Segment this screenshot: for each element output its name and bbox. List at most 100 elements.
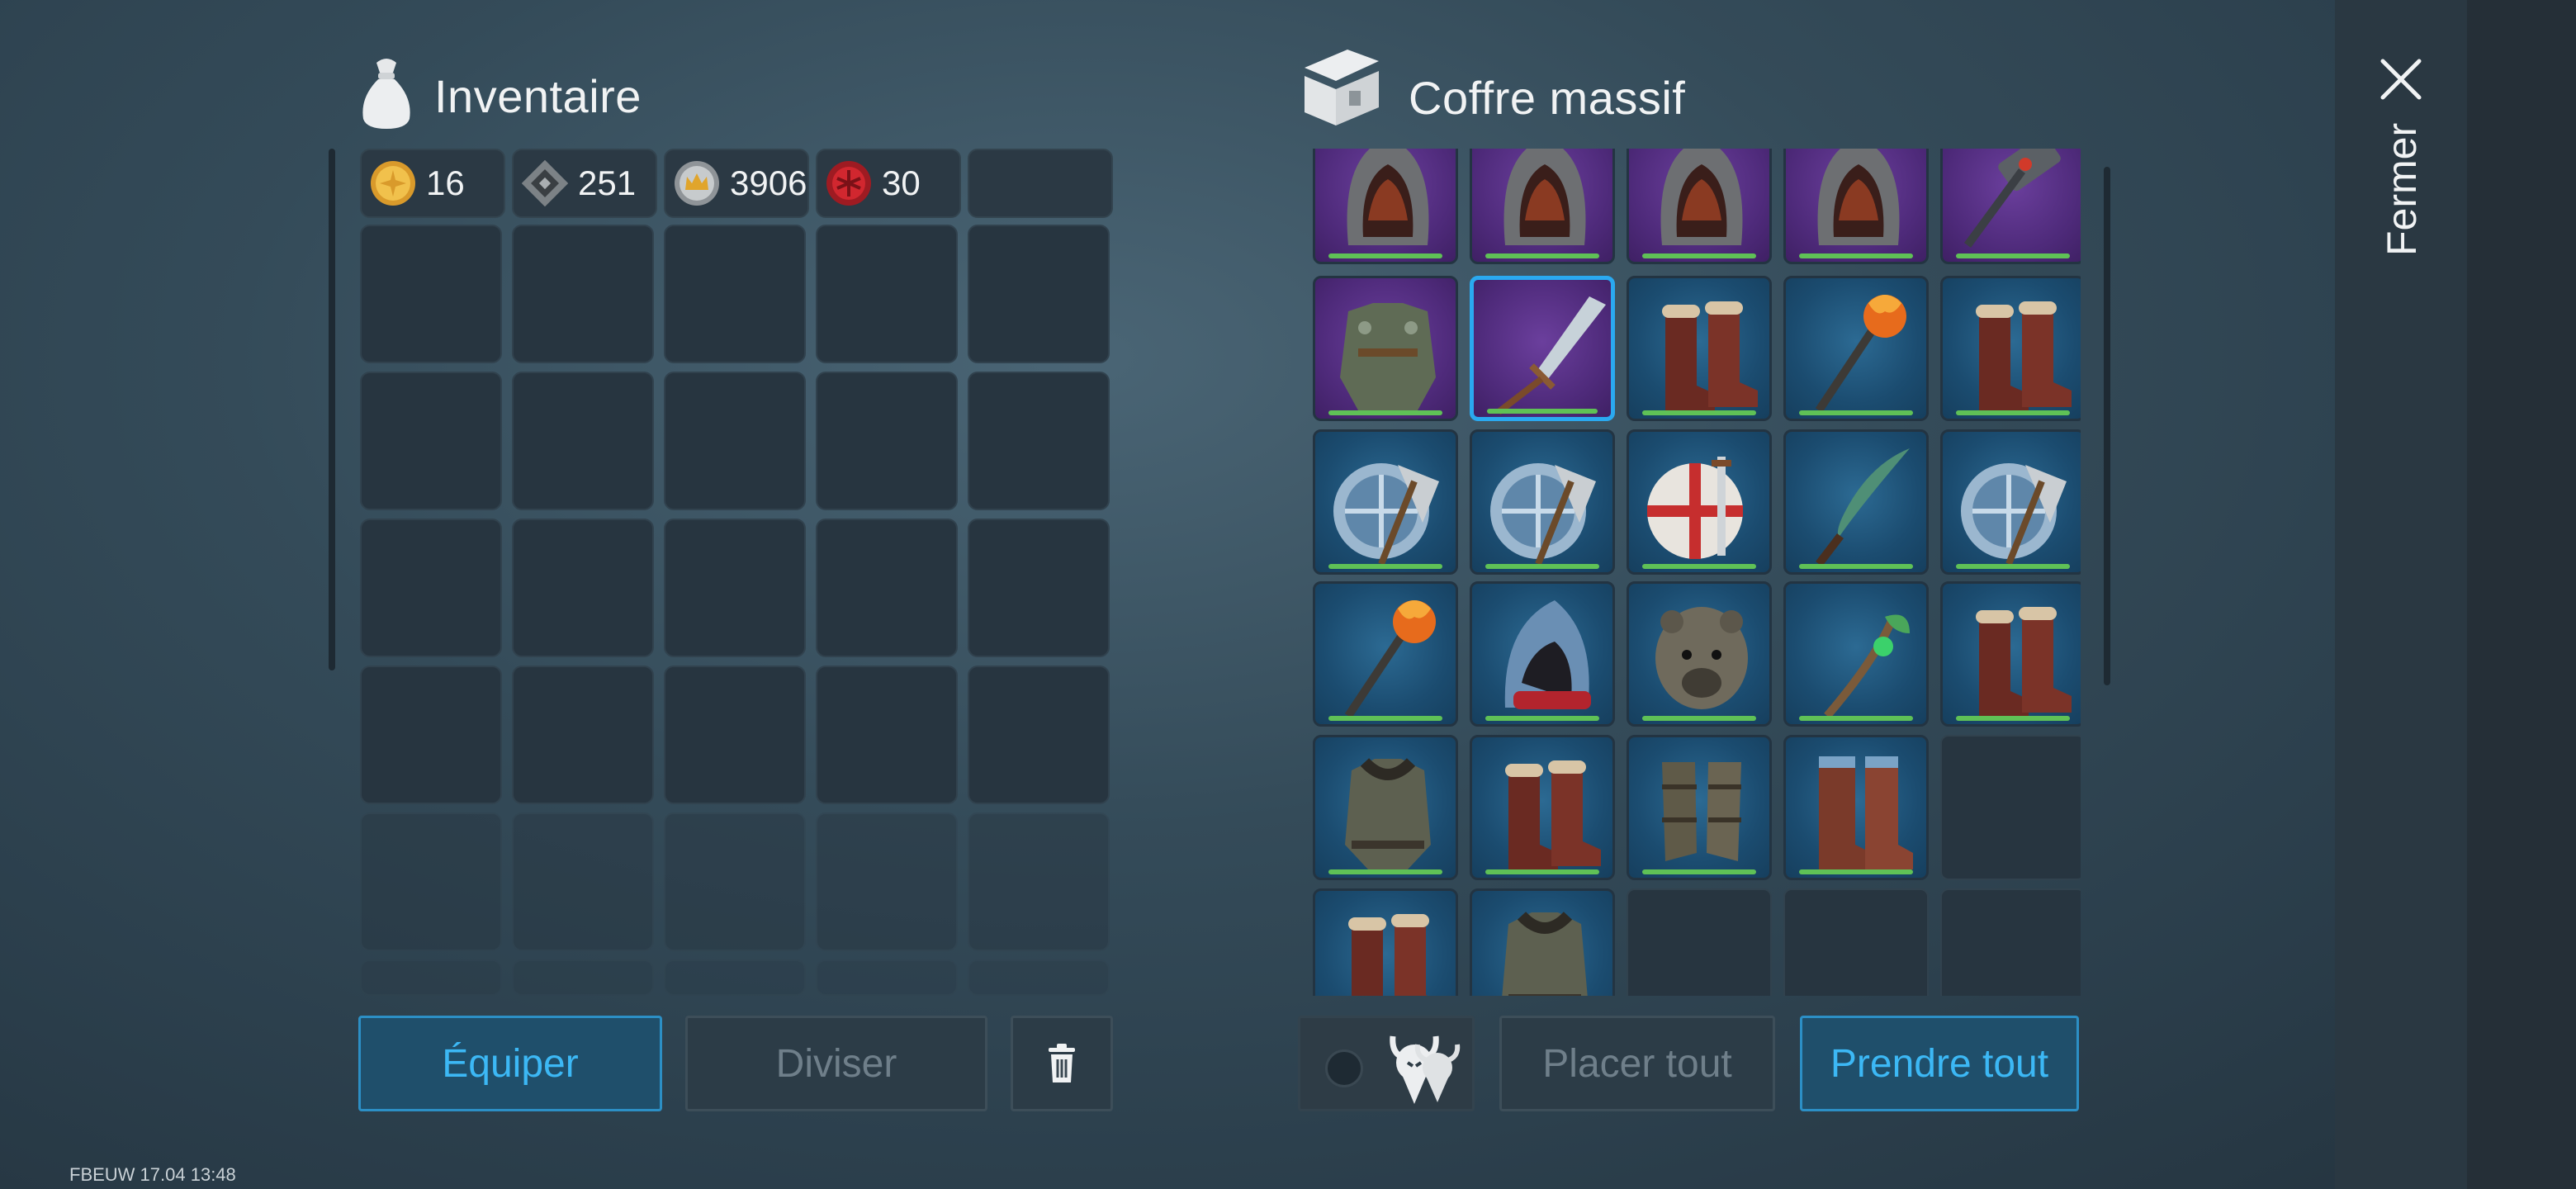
durability-bar xyxy=(1328,716,1442,721)
delete-button[interactable] xyxy=(1011,1016,1113,1111)
empty-slot[interactable] xyxy=(1940,735,2081,880)
currency-slot-seal: 30 xyxy=(816,149,961,218)
inventory-slot[interactable] xyxy=(664,959,806,996)
fire-staff-item[interactable] xyxy=(1313,581,1458,727)
empty-slot[interactable] xyxy=(1627,888,1772,996)
durability-bar xyxy=(1799,716,1913,721)
inventory-slot[interactable] xyxy=(816,519,958,657)
round-shield-axe-item[interactable] xyxy=(1313,429,1458,575)
inventory-slot[interactable] xyxy=(512,666,654,804)
crown-amount: 3906 xyxy=(730,163,807,202)
inventory-slot[interactable] xyxy=(664,519,806,657)
inventory-slot[interactable] xyxy=(512,372,654,510)
inventory-slot[interactable] xyxy=(968,225,1110,363)
chest-header: Coffre massif xyxy=(1298,41,1793,132)
hood-item[interactable] xyxy=(1470,149,1615,264)
inventory-slot[interactable] xyxy=(360,225,502,363)
durability-bar xyxy=(1956,253,2070,258)
durability-bar xyxy=(1642,869,1756,874)
inventory-slot[interactable] xyxy=(664,666,806,804)
durability-bar xyxy=(1642,564,1756,569)
chest-title: Coffre massif xyxy=(1409,72,1686,124)
crystal-sword-item[interactable] xyxy=(1470,276,1615,421)
inventory-slot[interactable] xyxy=(968,812,1110,951)
inventory-slot[interactable] xyxy=(816,372,958,510)
inventory-slot[interactable] xyxy=(816,812,958,951)
inventory-scrollbar[interactable] xyxy=(329,149,335,670)
inventory-slot[interactable] xyxy=(512,225,654,363)
inventory-slot[interactable] xyxy=(816,225,958,363)
character-toggle-button[interactable] xyxy=(1298,1016,1475,1111)
currency-slot-crown: 3906 xyxy=(664,149,809,218)
hood-item[interactable] xyxy=(1783,149,1929,264)
empty-slot[interactable] xyxy=(1783,888,1929,996)
durability-bar xyxy=(1799,869,1913,874)
split-button[interactable]: Diviser xyxy=(685,1016,987,1111)
inventory-slot[interactable] xyxy=(512,519,654,657)
gold-amount: 16 xyxy=(426,163,465,202)
red-seal-icon xyxy=(826,161,871,206)
fur-armor-item[interactable] xyxy=(1470,888,1615,996)
inventory-slot[interactable] xyxy=(512,959,654,996)
inventory-title: Inventaire xyxy=(434,70,642,122)
striped-shield-sword-item[interactable] xyxy=(1627,429,1772,575)
equip-button[interactable]: Équiper xyxy=(358,1016,662,1111)
fur-boots-item[interactable] xyxy=(1940,276,2081,421)
durability-bar xyxy=(1328,253,1442,258)
durability-bar xyxy=(1485,564,1599,569)
place-all-button[interactable]: Placer tout xyxy=(1499,1016,1775,1111)
empty-slot[interactable] xyxy=(1940,888,2081,996)
chainmail-armor-item[interactable] xyxy=(1313,276,1458,421)
inventory-slot[interactable] xyxy=(968,666,1110,804)
take-all-button[interactable]: Prendre tout xyxy=(1800,1016,2079,1111)
right-edge-panel xyxy=(2467,0,2576,1189)
fur-boots-item[interactable] xyxy=(1470,735,1615,880)
nature-staff-item[interactable] xyxy=(1783,581,1929,727)
durability-bar xyxy=(1642,716,1756,721)
fur-boots-item[interactable] xyxy=(1313,888,1458,996)
viking-heads-icon xyxy=(1390,1035,1461,1104)
inventory-slot[interactable] xyxy=(360,812,502,951)
crown-coin-icon xyxy=(675,161,719,206)
inventory-slot[interactable] xyxy=(512,812,654,951)
fur-armor-item[interactable] xyxy=(1313,735,1458,880)
fur-boots-item[interactable] xyxy=(1940,581,2081,727)
durability-bar xyxy=(1799,253,1913,258)
inventory-slot[interactable] xyxy=(664,812,806,951)
inventory-slot[interactable] xyxy=(360,519,502,657)
close-icon xyxy=(2380,59,2422,100)
inventory-slot[interactable] xyxy=(664,225,806,363)
inventory-slot[interactable] xyxy=(968,519,1110,657)
chest-scrollbar[interactable] xyxy=(2104,167,2110,685)
inventory-slot[interactable] xyxy=(360,666,502,804)
hood-item[interactable] xyxy=(1313,149,1458,264)
trash-icon xyxy=(1049,1044,1075,1082)
gold-coin-icon xyxy=(371,161,415,206)
place-all-label: Placer tout xyxy=(1542,1041,1732,1086)
inventory-slot[interactable] xyxy=(968,959,1110,996)
fur-boots-item[interactable] xyxy=(1627,276,1772,421)
durability-bar xyxy=(1485,716,1599,721)
durability-bar xyxy=(1487,409,1598,414)
inventory-slot[interactable] xyxy=(816,959,958,996)
hood-item[interactable] xyxy=(1627,149,1772,264)
blue-hood-item[interactable] xyxy=(1470,581,1615,727)
inventory-slot[interactable] xyxy=(360,372,502,510)
leather-greaves-item[interactable] xyxy=(1627,735,1772,880)
round-shield-axe-item[interactable] xyxy=(1940,429,2081,575)
strapped-boots-item[interactable] xyxy=(1783,735,1929,880)
inventory-slot[interactable] xyxy=(968,372,1110,510)
iron-token-icon xyxy=(522,160,568,206)
inventory-slot[interactable] xyxy=(816,666,958,804)
fire-staff-item[interactable] xyxy=(1783,276,1929,421)
close-button[interactable]: Fermer xyxy=(2361,50,2444,264)
durability-bar xyxy=(1328,564,1442,569)
war-hammer-item[interactable] xyxy=(1940,149,2081,264)
currency-slot-empty xyxy=(968,149,1113,218)
round-shield-axe-item[interactable] xyxy=(1470,429,1615,575)
inventory-slot[interactable] xyxy=(360,959,502,996)
equip-label: Équiper xyxy=(442,1041,579,1086)
inventory-slot[interactable] xyxy=(664,372,806,510)
bear-helm-item[interactable] xyxy=(1627,581,1772,727)
curved-blade-item[interactable] xyxy=(1783,429,1929,575)
